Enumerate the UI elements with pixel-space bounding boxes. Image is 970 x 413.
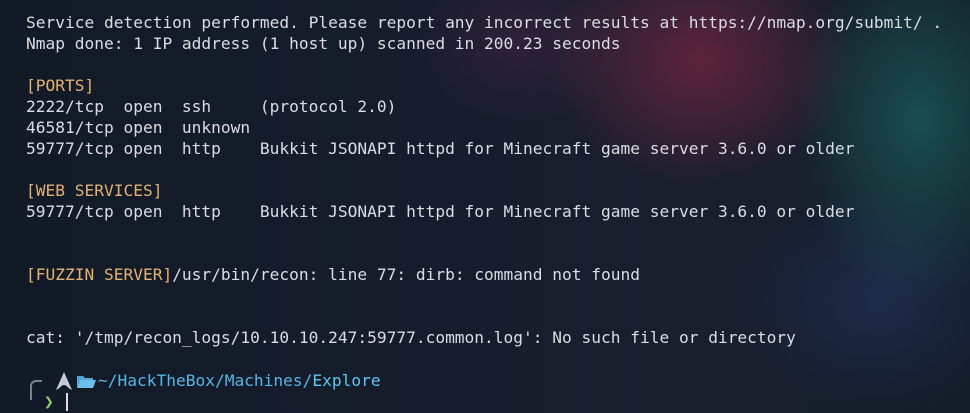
prompt-bracket [30, 380, 42, 400]
open-folder-icon [76, 374, 96, 393]
web-services-header: [WEB SERVICES] [26, 181, 163, 200]
text-cursor[interactable] [66, 393, 68, 411]
port-line: 46581/tcp open unknown [26, 118, 251, 137]
terminal-output: Service detection performed. Please repo… [26, 12, 970, 348]
service-detection-line: Service detection performed. Please repo… [26, 13, 943, 32]
cat-error-line: cat: '/tmp/recon_logs/10.10.10.247:59777… [26, 328, 796, 347]
arch-linux-icon [56, 372, 72, 394]
port-line: 59777/tcp open http Bukkit JSONAPI httpd… [26, 139, 855, 158]
shell-prompt[interactable]: ~/HackTheBox/Machines/Explore ❯ [26, 370, 446, 412]
fuzzin-error: /usr/bin/recon: line 77: dirb: command n… [172, 265, 640, 284]
path-current: Explore [312, 371, 381, 390]
port-line: 2222/tcp open ssh (protocol 2.0) [26, 97, 397, 116]
fuzzin-header: [FUZZIN SERVER] [26, 265, 173, 284]
ports-header: [PORTS] [26, 76, 95, 95]
fuzzin-line: [FUZZIN SERVER]/usr/bin/recon: line 77: … [26, 264, 970, 285]
prompt-path: ~/HackTheBox/Machines/Explore [98, 370, 381, 391]
path-home: ~/HackTheBox/Machines/ [98, 371, 313, 390]
web-service-line: 59777/tcp open http Bukkit JSONAPI httpd… [26, 202, 855, 221]
nmap-done-line: Nmap done: 1 IP address (1 host up) scan… [26, 34, 621, 53]
prompt-chevron-icon: ❯ [44, 392, 54, 411]
